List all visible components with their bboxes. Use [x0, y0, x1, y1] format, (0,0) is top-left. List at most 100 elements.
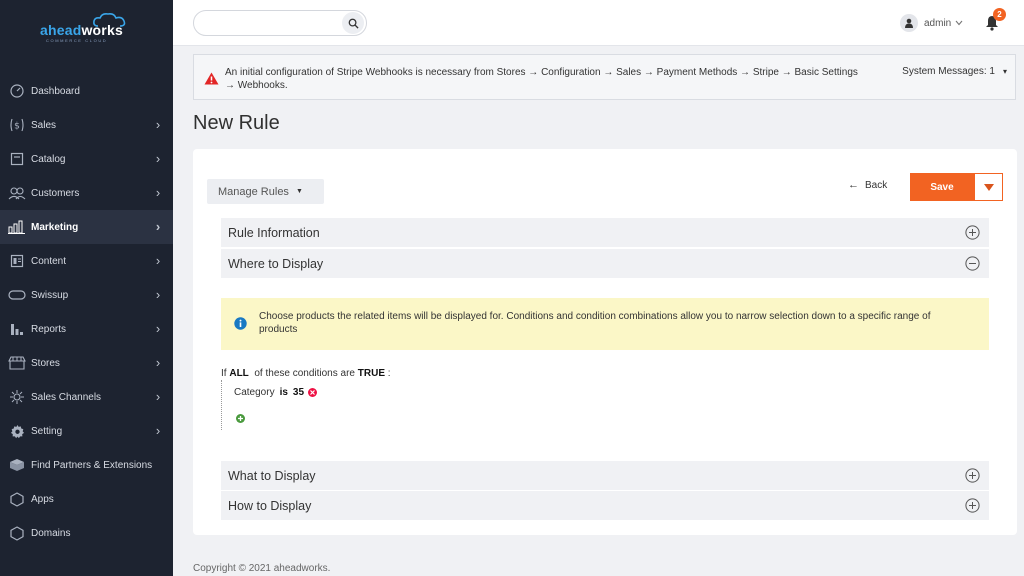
search-icon: [348, 18, 359, 29]
system-message-bar: An initial configuration of Stripe Webho…: [193, 54, 1016, 100]
user-menu[interactable]: admin: [900, 13, 963, 33]
rule-form-panel: Manage Rules ▼ ← Back Save Rule Informat…: [193, 149, 1017, 535]
section-rule-information[interactable]: Rule Information: [221, 218, 989, 247]
sidebar-item-label: Customers: [31, 187, 80, 199]
sidebar-item-domains[interactable]: Domains: [0, 516, 173, 550]
sidebar-item-label: Stores: [31, 357, 60, 369]
conditions-suffix: :: [387, 368, 391, 379]
sidebar-item-apps[interactable]: Apps: [0, 482, 173, 516]
condition-attribute: Category: [234, 387, 275, 398]
reports-icon: [8, 321, 26, 337]
chevron-right-icon: ›: [155, 355, 161, 370]
chevron-right-icon: ›: [155, 321, 161, 336]
sidebar-item-sales-channels[interactable]: Sales Channels ›: [0, 380, 173, 414]
section-title: How to Display: [228, 498, 312, 513]
save-options-toggle[interactable]: [974, 173, 1003, 201]
conditions-value[interactable]: TRUE: [358, 368, 385, 379]
logo-text-part1: ahead: [40, 22, 82, 38]
notifications-button[interactable]: 2: [985, 8, 1006, 32]
plus-circle-icon[interactable]: [965, 468, 980, 483]
sidebar-item-label: Marketing: [31, 221, 79, 233]
manage-rules-button[interactable]: Manage Rules ▼: [207, 179, 324, 204]
dollar-icon: $: [8, 117, 26, 133]
logo-tagline: COMMERCE CLOUD: [46, 38, 108, 43]
conditions-aggregator[interactable]: ALL: [229, 368, 248, 379]
search-input[interactable]: [204, 11, 344, 35]
chevron-right-icon: ›: [155, 389, 161, 404]
section-where-to-display[interactable]: Where to Display: [221, 249, 989, 278]
warning-icon: [204, 72, 219, 90]
sidebar-item-find-partners[interactable]: Find Partners & Extensions: [0, 448, 173, 482]
sales-channels-icon: [8, 389, 26, 405]
sidebar-item-label: Find Partners & Extensions: [31, 459, 153, 471]
sidebar-item-label: Catalog: [31, 153, 66, 165]
section-title: Where to Display: [228, 256, 324, 271]
plus-circle-icon[interactable]: [965, 225, 980, 240]
logo-text-part2: works: [81, 22, 123, 38]
dashboard-icon: [8, 83, 26, 99]
search-box: [193, 10, 367, 36]
sidebar-item-label: Domains: [31, 527, 71, 539]
add-condition-icon[interactable]: [236, 414, 245, 423]
aheadworks-logo[interactable]: aheadworks COMMERCE CLOUD: [40, 13, 132, 44]
sidebar: aheadworks COMMERCE CLOUD Dashboard $ Sa…: [0, 0, 173, 576]
save-label: Save: [930, 181, 954, 193]
condition-row: Category is 35: [234, 387, 318, 398]
conditions-header: If ALL of these conditions are TRUE :: [221, 368, 391, 379]
system-messages-dropdown[interactable]: System Messages: 1 ▾: [902, 66, 1007, 77]
swissup-icon: [8, 287, 26, 303]
sidebar-item-sales[interactable]: $ Sales ›: [0, 108, 173, 142]
chevron-down-icon: ▾: [1002, 67, 1007, 76]
caret-down-icon: [983, 183, 994, 191]
sidebar-item-catalog[interactable]: Catalog ›: [0, 142, 173, 176]
sidebar-nav: Dashboard $ Sales › Catalog › Customers …: [0, 74, 173, 550]
chevron-right-icon: ›: [155, 151, 161, 166]
section-what-to-display[interactable]: What to Display: [221, 461, 989, 490]
chevron-down-icon: [955, 18, 963, 28]
sidebar-item-marketing[interactable]: Marketing ›: [0, 210, 173, 244]
back-label: Back: [865, 179, 888, 191]
chevron-right-icon: ›: [155, 117, 161, 132]
back-button[interactable]: ← Back: [848, 179, 887, 191]
conditions-prefix: If: [221, 368, 227, 379]
chevron-right-icon: ›: [155, 219, 161, 234]
caret-down-icon: ▼: [295, 188, 303, 195]
sidebar-item-swissup[interactable]: Swissup ›: [0, 278, 173, 312]
condition-operator[interactable]: is: [280, 387, 288, 398]
plus-circle-icon[interactable]: [965, 498, 980, 513]
manage-rules-label: Manage Rules: [218, 185, 289, 198]
search-button[interactable]: [342, 12, 364, 34]
sidebar-item-label: Setting: [31, 425, 63, 437]
save-button[interactable]: Save: [910, 173, 974, 201]
section-title: Rule Information: [228, 225, 320, 240]
sidebar-item-customers[interactable]: Customers ›: [0, 176, 173, 210]
page-title: New Rule: [193, 112, 280, 134]
conditions-tree: Category is 35: [221, 380, 421, 430]
user-avatar-icon: [900, 14, 918, 32]
conditions-middle: of these conditions are: [254, 368, 355, 379]
notification-count-badge: 2: [993, 8, 1006, 21]
sidebar-item-label: Sales: [31, 119, 57, 131]
sidebar-item-label: Content: [31, 255, 67, 267]
footer-copyright: Copyright © 2021 aheadworks.: [193, 563, 331, 574]
minus-circle-icon[interactable]: [965, 256, 980, 271]
sidebar-item-dashboard[interactable]: Dashboard: [0, 74, 173, 108]
hexagon-icon: [8, 525, 26, 541]
sidebar-item-content[interactable]: Content ›: [0, 244, 173, 278]
remove-condition-icon[interactable]: [308, 388, 318, 397]
sidebar-item-label: Reports: [31, 323, 67, 335]
sidebar-item-setting[interactable]: Setting ›: [0, 414, 173, 448]
arrow-left-icon: ←: [848, 179, 859, 191]
sidebar-item-reports[interactable]: Reports ›: [0, 312, 173, 346]
sidebar-item-stores[interactable]: Stores ›: [0, 346, 173, 380]
info-text: Choose products the related items will b…: [259, 311, 931, 335]
section-how-to-display[interactable]: How to Display: [221, 491, 989, 520]
catalog-icon: [8, 151, 26, 167]
top-header: admin 2: [173, 0, 1024, 46]
chevron-right-icon: ›: [155, 185, 161, 200]
chevron-right-icon: ›: [155, 287, 161, 302]
condition-value[interactable]: 35: [293, 387, 304, 398]
system-messages-label: System Messages: 1: [902, 66, 995, 77]
chevron-right-icon: ›: [155, 423, 161, 438]
hexagon-icon: [8, 491, 26, 507]
